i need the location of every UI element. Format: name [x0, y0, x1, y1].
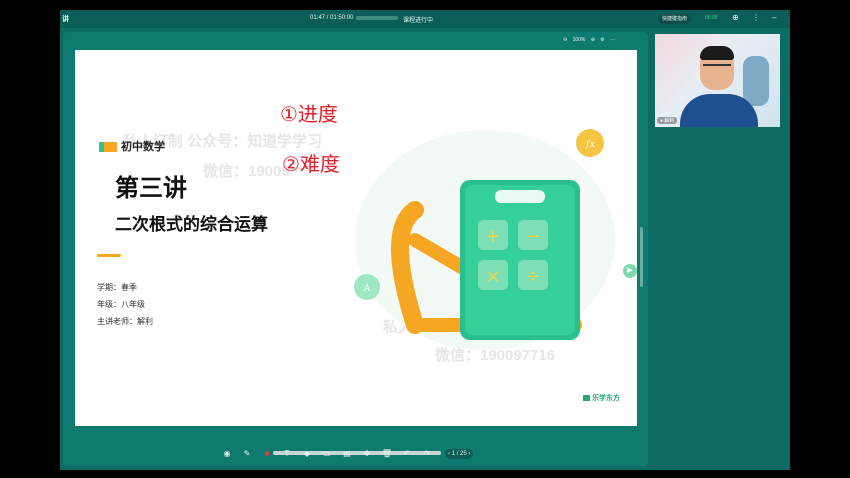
- lesson-time: 01:47 / 01:50:00: [310, 15, 354, 21]
- undo-icon[interactable]: ↶: [401, 447, 413, 461]
- svg-text:∫x: ∫x: [585, 140, 595, 150]
- robot-toy: [743, 56, 769, 106]
- brand-logo: 乐学东方: [583, 393, 620, 403]
- window-title: 讲: [62, 16, 69, 23]
- color-icon[interactable]: ■: [261, 447, 273, 461]
- mic-icon: ●: [660, 118, 664, 124]
- zoom-in-icon[interactable]: ⊕: [591, 37, 595, 43]
- prev-page-icon[interactable]: ‹: [448, 451, 450, 457]
- session-timer: 06:05: [705, 15, 718, 21]
- slide: 私人订制 公众号：知道学学习 微信：19009**** 私人订制 公众号：知道学…: [75, 50, 637, 426]
- brand-icon: [583, 395, 590, 402]
- zoom-out-icon[interactable]: ⊖: [563, 37, 567, 43]
- top-bar: 讲 01:47 / 01:50:00 课程进行中 快捷键指南 06:05 ⊕ ⋮…: [60, 10, 790, 28]
- book-icon: [99, 142, 117, 153]
- subject-text: 初中数学: [121, 141, 165, 153]
- page-indicator: ‹ 1 / 25 ›: [445, 449, 474, 459]
- svg-text:+: +: [485, 226, 500, 247]
- hint-label: 快捷键指南: [662, 16, 688, 22]
- delete-icon[interactable]: 🗑: [381, 447, 393, 461]
- grade-label: 年级：八年级: [97, 300, 145, 309]
- calculator-illustration: + − × ÷ ∫x A: [354, 129, 615, 350]
- teacher-label: 主讲老师：解利: [97, 317, 153, 326]
- handwritten-annotation: ②难度: [282, 154, 340, 176]
- shape-icon[interactable]: ▭: [321, 447, 333, 461]
- settings-icon[interactable]: ⚙: [600, 37, 604, 43]
- text-icon[interactable]: T: [281, 447, 293, 461]
- subject-label: 初中数学: [99, 138, 165, 154]
- zoom-controls: ⊖ 100% ⊕ ⚙ ⋯: [563, 37, 619, 43]
- minimize-icon[interactable]: –: [772, 13, 776, 23]
- teacher-name: 解利: [664, 118, 675, 124]
- svg-text:×: ×: [485, 266, 500, 287]
- lesson-status: 课程进行中: [403, 18, 434, 24]
- clear-icon[interactable]: ▤: [341, 447, 353, 461]
- brand-text: 乐学东方: [592, 395, 620, 402]
- semester-label: 学期：春季: [97, 283, 137, 292]
- classroom-app: 讲 01:47 / 01:50:00 课程进行中 快捷键指南 06:05 ⊕ ⋮…: [60, 10, 790, 470]
- svg-text:A: A: [363, 284, 371, 294]
- teacher-glasses: [703, 64, 731, 72]
- current-page: 1: [451, 451, 456, 457]
- teacher-video[interactable]: ● 解利: [655, 34, 780, 127]
- vertical-scrollbar[interactable]: [640, 227, 643, 287]
- next-slide-icon[interactable]: ▶: [623, 264, 637, 278]
- accent-divider: [97, 254, 121, 257]
- topic-title: 二次根式的综合运算: [115, 215, 268, 234]
- shortcut-guide-button[interactable]: 快捷键指南: [658, 14, 692, 24]
- pen-icon[interactable]: ✎: [241, 447, 253, 461]
- redo-icon[interactable]: ↷: [421, 447, 433, 461]
- zoom-icon[interactable]: ⊕: [732, 13, 739, 23]
- lecture-title: 第三讲: [115, 175, 187, 202]
- move-icon[interactable]: ✥: [361, 447, 373, 461]
- handwritten-annotation: ①进度: [280, 104, 338, 126]
- record-icon[interactable]: ◉: [221, 447, 233, 461]
- svg-text:−: −: [525, 226, 540, 247]
- teacher-hair: [700, 46, 734, 60]
- next-page-icon[interactable]: ›: [468, 451, 470, 457]
- more-options-icon[interactable]: ⋯: [610, 37, 615, 43]
- more-icon[interactable]: ⋮: [752, 13, 760, 23]
- drawing-toolbar: ◉ ✎ ■ T ◆ ▭ ▤ ✥ 🗑 ↶ ↷ ‹ 1 / 25 ›: [215, 447, 505, 461]
- whiteboard: ⊖ 100% ⊕ ⚙ ⋯ 私人订制 公众号：知道学学习 微信：19009****…: [63, 32, 648, 466]
- svg-text:÷: ÷: [525, 266, 540, 287]
- zoom-level: 100%: [572, 37, 586, 43]
- video-name-tag: ● 解利: [657, 117, 678, 124]
- total-pages: / 25: [456, 451, 467, 457]
- lesson-progress-bar: [356, 16, 398, 20]
- eraser-icon[interactable]: ◆: [301, 447, 313, 461]
